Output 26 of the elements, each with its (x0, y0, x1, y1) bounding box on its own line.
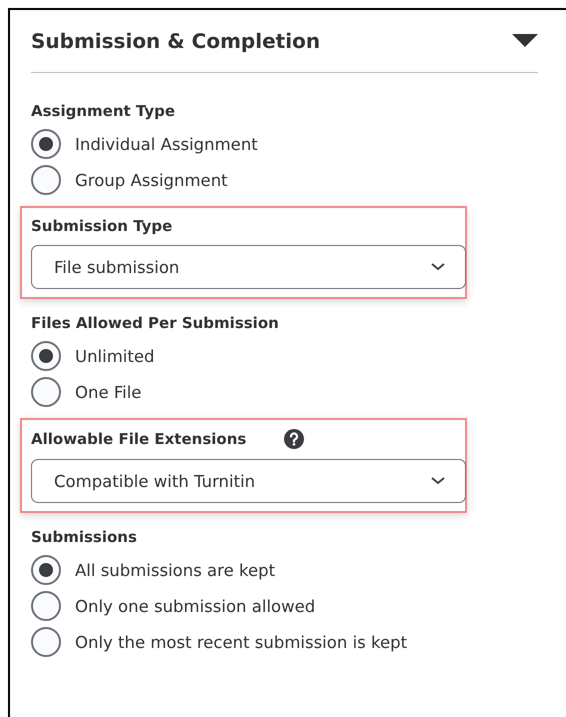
field-label: Files Allowed Per Submission (31, 314, 279, 332)
chevron-down-icon (431, 263, 445, 271)
radio-button[interactable] (31, 555, 61, 585)
dropdown[interactable]: Compatible with Turnitin (31, 459, 466, 503)
chevron-down-icon (431, 477, 445, 485)
radio-option[interactable]: Group Assignment (31, 162, 467, 198)
dropdown[interactable]: File submission (31, 245, 466, 289)
radio-option[interactable]: Unlimited (31, 338, 467, 374)
radio-button[interactable] (31, 165, 61, 195)
radio-option[interactable]: Individual Assignment (31, 126, 467, 162)
radio-button[interactable] (31, 591, 61, 621)
radio-option[interactable]: Only one submission allowed (31, 588, 467, 624)
radio-option[interactable]: Only the most recent submission is kept (31, 624, 467, 660)
help-icon[interactable] (284, 429, 304, 449)
collapse-caret-icon[interactable] (512, 34, 538, 48)
radio-button[interactable] (31, 341, 61, 371)
radio-button[interactable] (31, 627, 61, 657)
field-label: Submissions (31, 528, 137, 546)
field-label: Allowable File Extensions (31, 430, 246, 448)
field-label: Submission Type (31, 217, 172, 235)
radio-button[interactable] (31, 377, 61, 407)
radio-option[interactable]: One File (31, 374, 467, 410)
radio-button[interactable] (31, 129, 61, 159)
radio-option[interactable]: All submissions are kept (31, 552, 467, 588)
field-label: Assignment Type (31, 102, 176, 120)
section-title: Submission & Completion (31, 29, 320, 53)
